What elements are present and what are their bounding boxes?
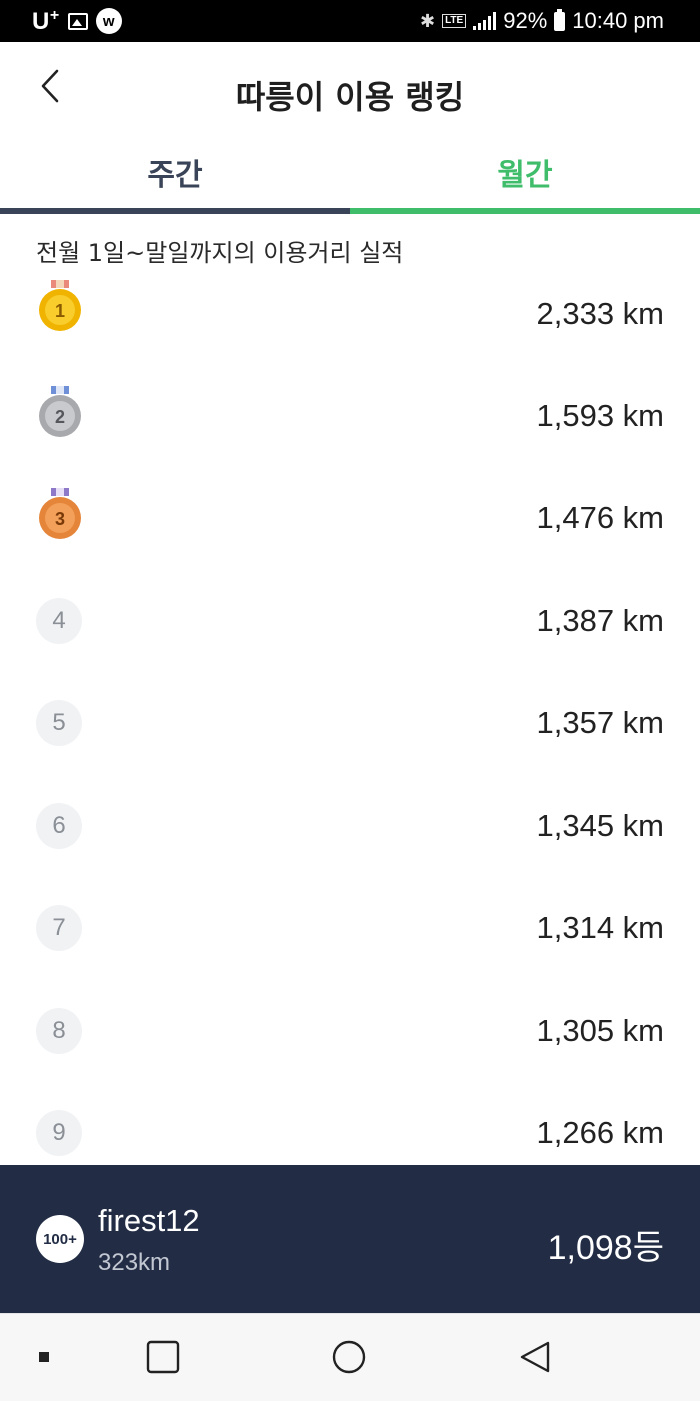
list-item: 5 1,357 km [0,667,700,769]
tab-weekly-label: 주간 [147,158,203,193]
system-back-button[interactable] [518,1340,552,1374]
square-outline-icon [146,1340,180,1374]
tab-monthly-label: 월간 [497,158,553,193]
ranking-distance: 1,476 km [536,500,664,535]
tab-monthly[interactable]: 월간 [350,130,700,214]
ranking-distance: 1,345 km [536,808,664,843]
list-item: 2 1,593 km [0,360,700,462]
nav-dot-button[interactable] [27,1340,61,1374]
carrier-label: U+ [32,6,60,35]
my-username: firest12 [98,1203,200,1238]
rank-number: 4 [36,598,82,644]
tab-weekly[interactable]: 주간 [0,130,350,214]
list-item: 7 1,314 km [0,872,700,974]
page-title: 따릉이 이용 랭킹 [235,78,465,116]
tab-monthly-underline [350,208,700,214]
ranking-distance: 1,593 km [536,398,664,433]
my-ranking-bar: 100+ firest12 323km 1,098등 [0,1165,700,1313]
svg-text:2: 2 [55,407,65,427]
list-item: 6 1,345 km [0,770,700,872]
app-notification-icon: w [95,8,122,34]
svg-text:3: 3 [55,509,65,529]
rank-number: 9 [36,1110,82,1156]
gold-medal-icon: 1 [39,280,81,331]
home-button[interactable] [332,1340,366,1374]
ranking-distance: 1,314 km [536,910,664,945]
svg-text:1: 1 [55,301,65,321]
clock: 10:40 pm [572,8,664,33]
signal-strength-icon [473,12,497,30]
gallery-notification-icon [67,12,88,30]
ranking-distance: 1,266 km [536,1115,664,1150]
recent-apps-button[interactable] [146,1340,180,1374]
bluetooth-icon: ✱ [419,10,436,31]
my-distance: 323km [98,1249,171,1276]
rank-number: 5 [36,700,82,746]
battery-icon [554,8,566,31]
my-rank-badge: 100+ [36,1215,84,1263]
bronze-medal-icon: 3 [39,488,81,539]
tab-weekly-underline [0,208,350,214]
rank-number: 6 [36,803,82,849]
list-item: 1 2,333 km [0,258,700,360]
period-tabs: 주간 월간 [0,130,700,214]
triangle-back-icon [520,1341,550,1373]
list-item: 3 1,476 km [0,462,700,564]
list-item: 8 1,305 km [0,975,700,1077]
ranking-distance: 1,305 km [536,1013,664,1048]
ranking-distance: 1,357 km [536,705,664,740]
ranking-distance: 2,333 km [536,296,664,331]
rank-number: 7 [36,905,82,951]
circle-outline-icon [332,1340,366,1374]
silver-medal-icon: 2 [39,386,81,437]
rank-number: 8 [36,1008,82,1054]
list-item: 4 1,387 km [0,565,700,667]
list-item: 9 1,266 km [0,1077,700,1179]
my-rank-position: 1,098등 [547,1229,664,1267]
battery-percent: 92% [503,8,548,33]
status-bar: U+ w ✱ LTE 92% 10:40 pm [0,0,700,42]
lte-icon: LTE [442,14,467,28]
ranking-distance: 1,387 km [536,603,664,638]
system-navigation-bar [0,1313,700,1401]
small-square-icon [39,1352,49,1362]
